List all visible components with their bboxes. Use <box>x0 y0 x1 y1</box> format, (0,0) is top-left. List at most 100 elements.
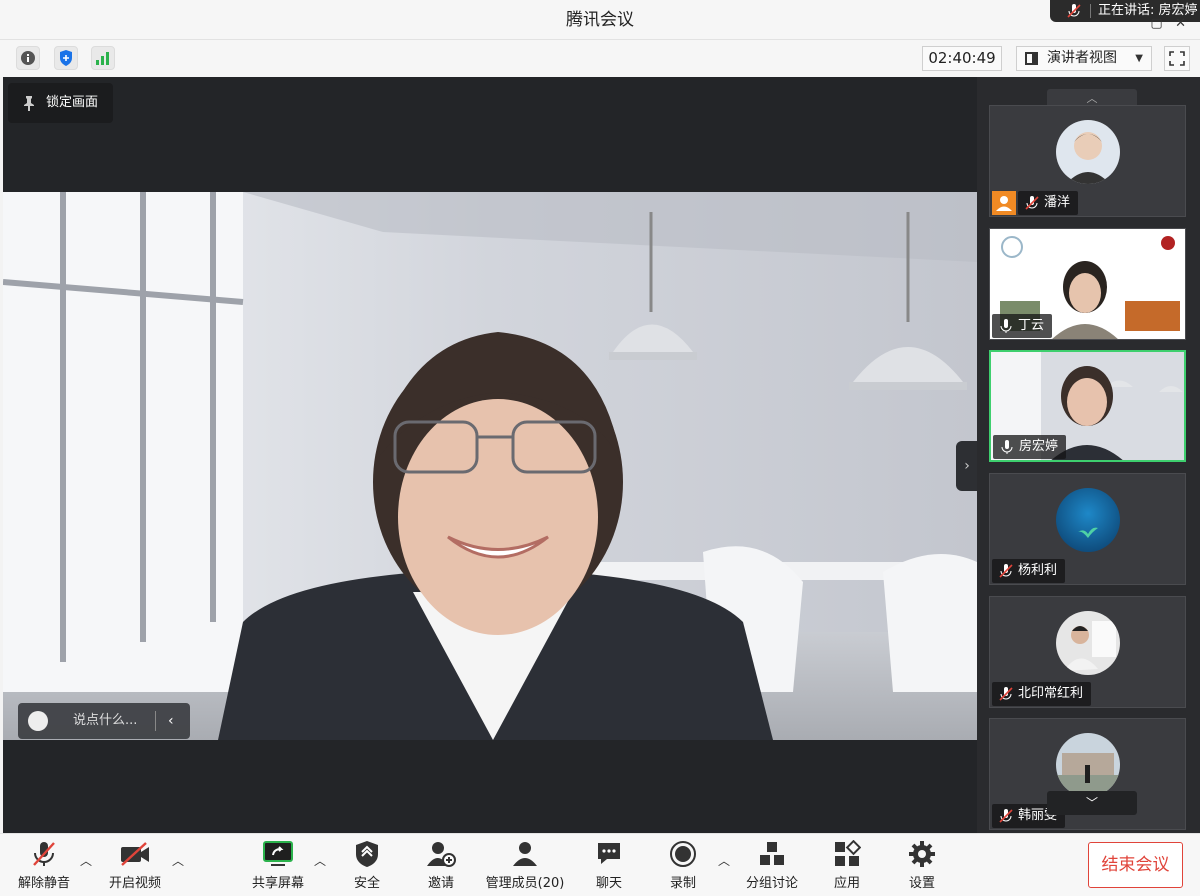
muted-mic-icon <box>33 842 55 866</box>
chat-quick-input[interactable]: 说点什么... ‹ <box>18 703 190 739</box>
settings-label: 设置 <box>908 876 935 891</box>
muted-mic-icon <box>999 564 1013 578</box>
view-mode-select[interactable]: 演讲者视图 ▼ <box>1016 46 1152 71</box>
collapse-sidebar-button[interactable]: › <box>956 441 978 491</box>
chat-label: 聊天 <box>595 876 622 891</box>
chat-button[interactable]: 聊天 <box>569 840 649 891</box>
chevron-up-icon: ︿ <box>1086 92 1098 105</box>
participant-name: 潘洋 <box>1018 191 1079 215</box>
control-bar: 解除静音 ︿ 开启视频 ︿ 共享屏幕 ︿ 安全 邀请 管理成员(20) 聊天 录… <box>0 833 1200 896</box>
participant-name-label: 潘洋 <box>1044 195 1071 210</box>
gear-icon <box>909 841 935 867</box>
lock-view-label: 锁定画面 <box>46 95 99 110</box>
share-screen-button[interactable]: 共享屏幕 <box>238 840 318 891</box>
start-video-label: 开启视频 <box>108 876 161 891</box>
invite-user-icon <box>427 842 456 867</box>
meeting-toolbar: 02:40:49 演讲者视图 ▼ <box>0 40 1200 77</box>
security-shield-icon <box>356 841 378 867</box>
muted-mic-icon <box>999 687 1013 701</box>
record-options-chevron-icon[interactable]: ︿ <box>718 852 730 869</box>
window-controls[interactable]: ▢ ✕ <box>1150 16 1186 31</box>
shield-icon[interactable] <box>54 46 78 70</box>
participant-name: 北印常红利 <box>992 682 1092 706</box>
manage-members-button[interactable]: 管理成员(20) <box>480 840 570 891</box>
end-meeting-button[interactable]: 结束会议 <box>1088 842 1183 888</box>
video-off-icon <box>121 842 149 866</box>
info-icon[interactable] <box>16 46 40 70</box>
chat-bubble-icon <box>598 843 620 864</box>
speaker-video <box>3 192 977 740</box>
window-title: 腾讯会议 <box>566 10 634 30</box>
participant-gallery[interactable]: ︿ 潘洋 丁云 房宏婷 杨利利 北印常红利 韩丽雯 ﹀ <box>977 77 1200 833</box>
participant-name: 丁云 <box>992 314 1053 338</box>
fullscreen-icon <box>1169 51 1185 66</box>
video-options-chevron-icon[interactable]: ︿ <box>172 852 184 869</box>
participant-tile[interactable]: 北印常红利 <box>989 596 1186 708</box>
close-icon[interactable]: ✕ <box>1175 16 1186 31</box>
avatar <box>1056 733 1120 797</box>
participant-name-label: 房宏婷 <box>1019 439 1059 454</box>
banner-divider <box>1090 4 1091 18</box>
pin-icon <box>24 96 34 111</box>
mic-icon <box>1001 440 1013 454</box>
muted-mic-icon <box>1025 196 1039 210</box>
audio-options-chevron-icon[interactable]: ︿ <box>80 852 92 869</box>
host-icon <box>992 191 1016 215</box>
participant-tile[interactable]: 杨利利 <box>989 473 1186 585</box>
restore-icon[interactable]: ▢ <box>1150 16 1162 31</box>
main-stage: 锁定画面 › 说点什么... ‹ <box>3 77 978 833</box>
lock-view-button[interactable]: 锁定画面 <box>8 83 113 123</box>
breakout-label: 分组讨论 <box>745 876 798 891</box>
chat-placeholder: 说点什么... <box>73 713 138 728</box>
share-options-chevron-icon[interactable]: ︿ <box>314 852 326 869</box>
apps-button[interactable]: 应用 <box>807 840 887 891</box>
chat-divider <box>155 711 156 731</box>
participant-tile[interactable]: 丁云 <box>989 228 1186 340</box>
record-label: 录制 <box>669 876 696 891</box>
muted-mic-icon <box>1067 4 1081 18</box>
avatar <box>1056 611 1120 675</box>
avatar <box>1056 120 1120 184</box>
manage-members-label: 管理成员(20) <box>485 876 565 891</box>
chevron-right-icon: › <box>964 458 970 474</box>
participant-tile-active[interactable]: 房宏婷 <box>989 350 1186 462</box>
share-screen-label: 共享屏幕 <box>251 876 304 891</box>
invite-label: 邀请 <box>427 876 454 891</box>
emoji-icon[interactable] <box>28 711 48 731</box>
avatar <box>1056 488 1120 552</box>
participant-tile[interactable]: 潘洋 <box>989 105 1186 217</box>
breakout-rooms-icon <box>760 842 784 865</box>
start-video-button[interactable]: 开启视频 <box>95 840 175 891</box>
fullscreen-button[interactable] <box>1164 46 1190 71</box>
chevron-left-icon[interactable]: ‹ <box>168 703 174 739</box>
security-button[interactable]: 安全 <box>327 840 407 891</box>
chevron-down-icon: ﹀ <box>1085 796 1098 810</box>
breakout-rooms-button[interactable]: 分组讨论 <box>732 840 812 891</box>
signal-strength-icon[interactable] <box>91 46 115 70</box>
apps-label: 应用 <box>833 876 860 891</box>
participant-name-label: 北印常红利 <box>1018 686 1084 701</box>
scroll-down-button[interactable]: ﹀ <box>1047 791 1137 815</box>
security-label: 安全 <box>353 876 380 891</box>
settings-button[interactable]: 设置 <box>882 840 962 891</box>
unmute-button[interactable]: 解除静音 <box>4 840 84 891</box>
members-icon <box>513 842 537 866</box>
apps-grid-icon <box>835 840 861 866</box>
chevron-down-icon: ▼ <box>1135 53 1143 64</box>
speaker-view-icon <box>1025 52 1038 65</box>
participant-name: 房宏婷 <box>993 435 1067 459</box>
participant-name-label: 杨利利 <box>1018 563 1058 578</box>
mic-icon <box>1000 319 1012 333</box>
share-screen-icon <box>263 841 293 866</box>
title-bar: 腾讯会议 正在讲话: 房宏婷 ▢ ✕ <box>0 0 1200 40</box>
record-icon <box>670 841 696 867</box>
view-mode-label: 演讲者视图 <box>1047 50 1117 66</box>
invite-button[interactable]: 邀请 <box>401 840 481 891</box>
speaker-video-frame <box>3 192 977 740</box>
participant-name-label: 丁云 <box>1018 318 1045 333</box>
meeting-timer: 02:40:49 <box>922 46 1002 71</box>
participant-name: 杨利利 <box>992 559 1066 583</box>
record-button[interactable]: 录制 <box>643 840 723 891</box>
muted-mic-icon <box>999 809 1013 823</box>
unmute-label: 解除静音 <box>17 876 70 891</box>
